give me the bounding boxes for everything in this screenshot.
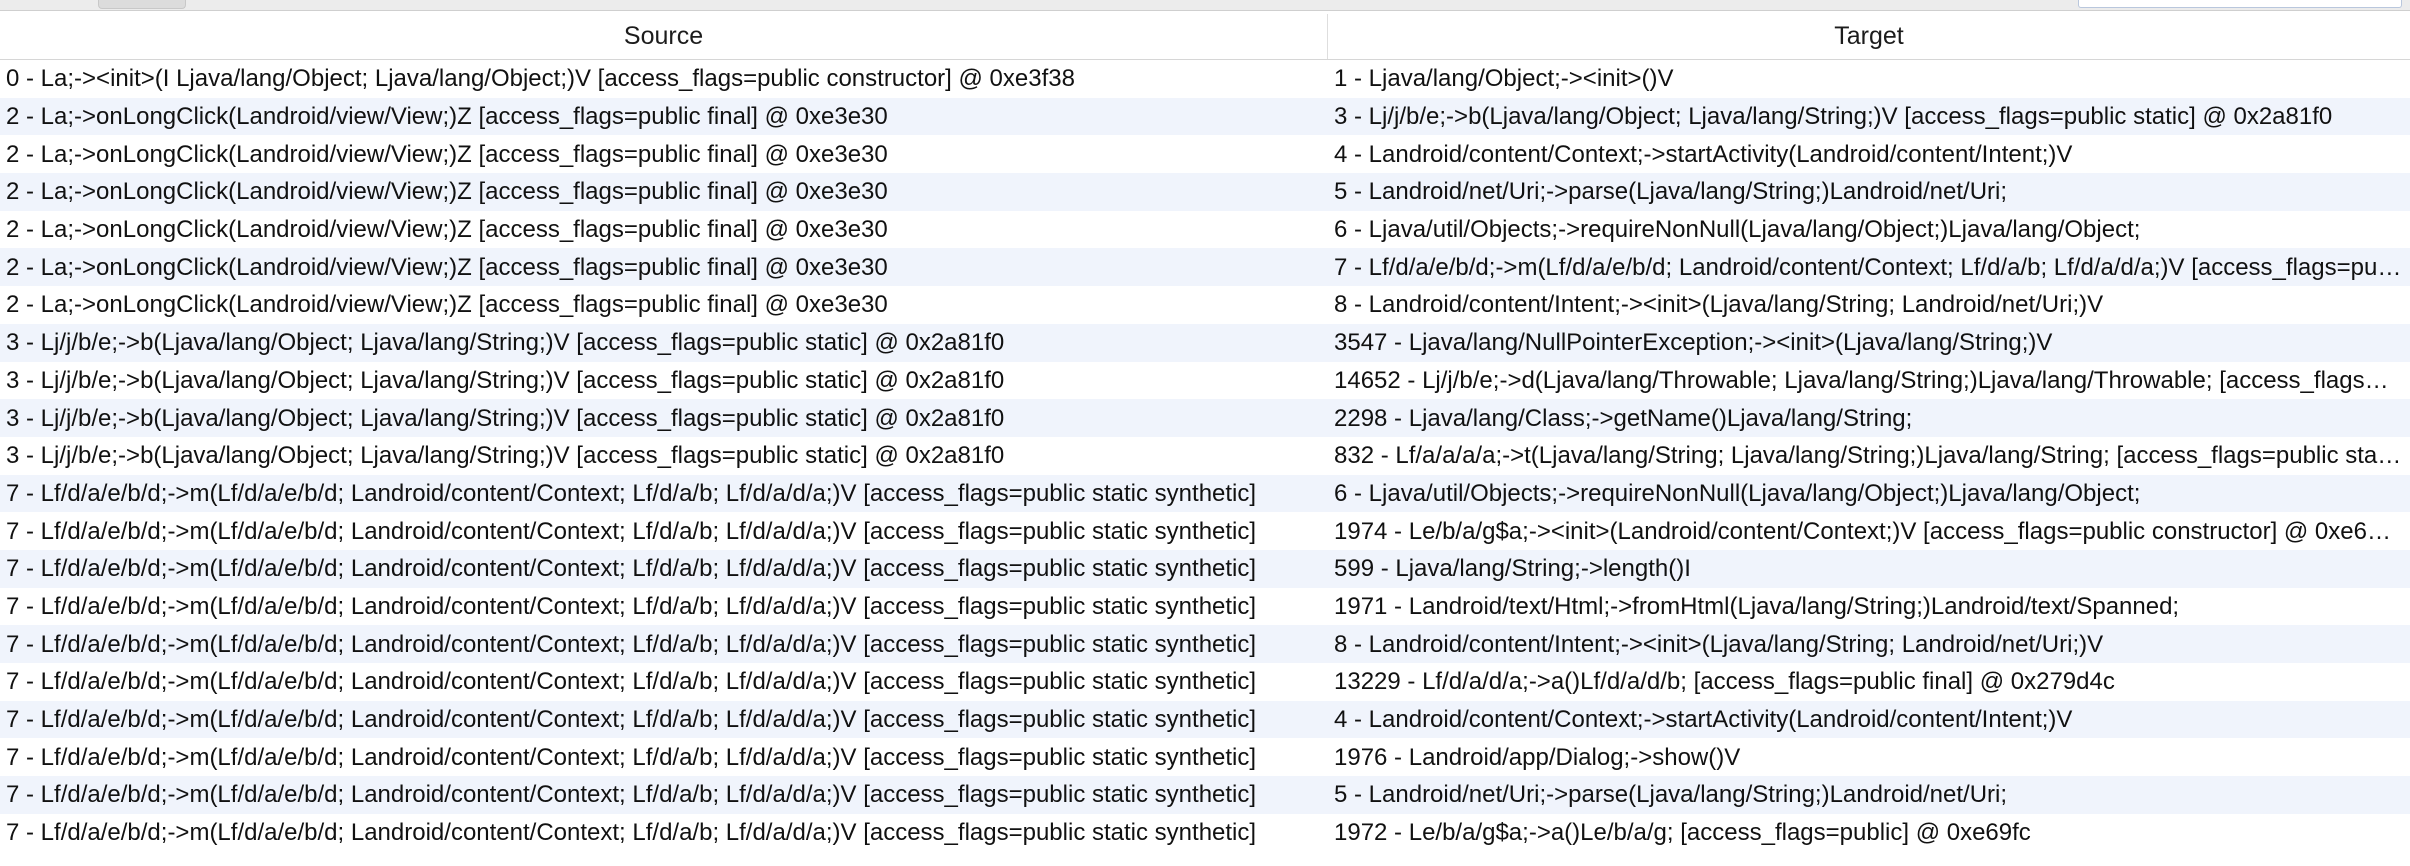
- source-cell[interactable]: 3 - Lj/j/b/e;->b(Ljava/lang/Object; Ljav…: [0, 400, 1328, 437]
- source-cell[interactable]: 7 - Lf/d/a/e/b/d;->m(Lf/d/a/e/b/d; Landr…: [0, 588, 1328, 625]
- source-cell[interactable]: 7 - Lf/d/a/e/b/d;->m(Lf/d/a/e/b/d; Landr…: [0, 626, 1328, 663]
- source-cell[interactable]: 7 - Lf/d/a/e/b/d;->m(Lf/d/a/e/b/d; Landr…: [0, 776, 1328, 813]
- target-cell[interactable]: 3 - Lj/j/b/e;->b(Ljava/lang/Object; Ljav…: [1328, 98, 2410, 135]
- table-row[interactable]: 7 - Lf/d/a/e/b/d;->m(Lf/d/a/e/b/d; Landr…: [0, 738, 2410, 776]
- source-cell[interactable]: 7 - Lf/d/a/e/b/d;->m(Lf/d/a/e/b/d; Landr…: [0, 513, 1328, 550]
- source-cell[interactable]: 3 - Lj/j/b/e;->b(Ljava/lang/Object; Ljav…: [0, 437, 1328, 474]
- table-row[interactable]: 7 - Lf/d/a/e/b/d;->m(Lf/d/a/e/b/d; Landr…: [0, 625, 2410, 663]
- table-row[interactable]: 7 - Lf/d/a/e/b/d;->m(Lf/d/a/e/b/d; Landr…: [0, 474, 2410, 513]
- target-cell[interactable]: 832 - Lf/a/a/a/a;->t(Ljava/lang/String; …: [1328, 437, 2410, 474]
- toolbar-tab[interactable]: [98, 0, 186, 9]
- column-header-source[interactable]: Source: [0, 14, 1328, 59]
- table-row[interactable]: 2 - La;->onLongClick(Landroid/view/View;…: [0, 286, 2410, 324]
- target-cell[interactable]: 6 - Ljava/util/Objects;->requireNonNull(…: [1328, 475, 2410, 512]
- table-row[interactable]: 3 - Lj/j/b/e;->b(Ljava/lang/Object; Ljav…: [0, 437, 2410, 475]
- table-row[interactable]: 7 - Lf/d/a/e/b/d;->m(Lf/d/a/e/b/d; Landr…: [0, 776, 2410, 814]
- column-header-target[interactable]: Target: [1328, 14, 2410, 59]
- table-body: 0 - La;-><init>(I Ljava/lang/Object; Lja…: [0, 60, 2410, 851]
- target-cell[interactable]: 4 - Landroid/content/Context;->startActi…: [1328, 136, 2410, 173]
- table-row[interactable]: 2 - La;->onLongClick(Landroid/view/View;…: [0, 211, 2410, 249]
- filter-input[interactable]: [2078, 0, 2402, 8]
- table-row[interactable]: 2 - La;->onLongClick(Landroid/view/View;…: [0, 97, 2410, 136]
- target-cell[interactable]: 1971 - Landroid/text/Html;->fromHtml(Lja…: [1328, 588, 2410, 625]
- table-row[interactable]: 2 - La;->onLongClick(Landroid/view/View;…: [0, 135, 2410, 173]
- target-cell[interactable]: 8 - Landroid/content/Intent;-><init>(Lja…: [1328, 286, 2410, 323]
- source-cell[interactable]: 2 - La;->onLongClick(Landroid/view/View;…: [0, 136, 1328, 173]
- table-row[interactable]: 7 - Lf/d/a/e/b/d;->m(Lf/d/a/e/b/d; Landr…: [0, 814, 2410, 852]
- table-row[interactable]: 7 - Lf/d/a/e/b/d;->m(Lf/d/a/e/b/d; Landr…: [0, 700, 2410, 739]
- source-cell[interactable]: 7 - Lf/d/a/e/b/d;->m(Lf/d/a/e/b/d; Landr…: [0, 663, 1328, 700]
- target-cell[interactable]: 14652 - Lj/j/b/e;->d(Ljava/lang/Throwabl…: [1328, 362, 2410, 399]
- source-cell[interactable]: 2 - La;->onLongClick(Landroid/view/View;…: [0, 286, 1328, 323]
- edges-table: Source Target 0 - La;-><init>(I Ljava/la…: [0, 14, 2410, 851]
- target-cell[interactable]: 7 - Lf/d/a/e/b/d;->m(Lf/d/a/e/b/d; Landr…: [1328, 249, 2410, 286]
- target-cell[interactable]: 1 - Ljava/lang/Object;-><init>()V: [1328, 60, 2410, 97]
- source-cell[interactable]: 0 - La;-><init>(I Ljava/lang/Object; Lja…: [0, 60, 1328, 97]
- source-cell[interactable]: 2 - La;->onLongClick(Landroid/view/View;…: [0, 173, 1328, 210]
- target-cell[interactable]: 3547 - Ljava/lang/NullPointerException;-…: [1328, 324, 2410, 361]
- table-row[interactable]: 7 - Lf/d/a/e/b/d;->m(Lf/d/a/e/b/d; Landr…: [0, 588, 2410, 626]
- table-row[interactable]: 7 - Lf/d/a/e/b/d;->m(Lf/d/a/e/b/d; Landr…: [0, 512, 2410, 550]
- source-cell[interactable]: 2 - La;->onLongClick(Landroid/view/View;…: [0, 249, 1328, 286]
- table-row[interactable]: 3 - Lj/j/b/e;->b(Ljava/lang/Object; Ljav…: [0, 399, 2410, 437]
- table-row[interactable]: 3 - Lj/j/b/e;->b(Ljava/lang/Object; Ljav…: [0, 323, 2410, 362]
- target-cell[interactable]: 599 - Ljava/lang/String;->length()I: [1328, 550, 2410, 587]
- table-header: Source Target: [0, 14, 2410, 60]
- source-cell[interactable]: 2 - La;->onLongClick(Landroid/view/View;…: [0, 211, 1328, 248]
- source-cell[interactable]: 7 - Lf/d/a/e/b/d;->m(Lf/d/a/e/b/d; Landr…: [0, 550, 1328, 587]
- source-cell[interactable]: 7 - Lf/d/a/e/b/d;->m(Lf/d/a/e/b/d; Landr…: [0, 701, 1328, 738]
- source-cell[interactable]: 7 - Lf/d/a/e/b/d;->m(Lf/d/a/e/b/d; Landr…: [0, 475, 1328, 512]
- table-row[interactable]: 7 - Lf/d/a/e/b/d;->m(Lf/d/a/e/b/d; Landr…: [0, 663, 2410, 701]
- target-cell[interactable]: 5 - Landroid/net/Uri;->parse(Ljava/lang/…: [1328, 173, 2410, 210]
- target-cell[interactable]: 1972 - Le/b/a/g$a;->a()Le/b/a/g; [access…: [1328, 814, 2410, 851]
- source-cell[interactable]: 3 - Lj/j/b/e;->b(Ljava/lang/Object; Ljav…: [0, 362, 1328, 399]
- target-cell[interactable]: 13229 - Lf/d/a/d/a;->a()Lf/d/a/d/b; [acc…: [1328, 663, 2410, 700]
- source-cell[interactable]: 7 - Lf/d/a/e/b/d;->m(Lf/d/a/e/b/d; Landr…: [0, 814, 1328, 851]
- target-cell[interactable]: 1974 - Le/b/a/g$a;-><init>(Landroid/cont…: [1328, 513, 2410, 550]
- table-row[interactable]: 7 - Lf/d/a/e/b/d;->m(Lf/d/a/e/b/d; Landr…: [0, 549, 2410, 588]
- source-cell[interactable]: 3 - Lj/j/b/e;->b(Ljava/lang/Object; Ljav…: [0, 324, 1328, 361]
- target-cell[interactable]: 6 - Ljava/util/Objects;->requireNonNull(…: [1328, 211, 2410, 248]
- table-row[interactable]: 2 - La;->onLongClick(Landroid/view/View;…: [0, 248, 2410, 287]
- source-cell[interactable]: 2 - La;->onLongClick(Landroid/view/View;…: [0, 98, 1328, 135]
- source-cell[interactable]: 7 - Lf/d/a/e/b/d;->m(Lf/d/a/e/b/d; Landr…: [0, 739, 1328, 776]
- target-cell[interactable]: 8 - Landroid/content/Intent;-><init>(Lja…: [1328, 626, 2410, 663]
- target-cell[interactable]: 2298 - Ljava/lang/Class;->getName()Ljava…: [1328, 400, 2410, 437]
- table-row[interactable]: 0 - La;-><init>(I Ljava/lang/Object; Lja…: [0, 60, 2410, 98]
- table-row[interactable]: 3 - Lj/j/b/e;->b(Ljava/lang/Object; Ljav…: [0, 362, 2410, 400]
- top-toolbar: [0, 0, 2410, 11]
- table-row[interactable]: 2 - La;->onLongClick(Landroid/view/View;…: [0, 173, 2410, 211]
- target-cell[interactable]: 1976 - Landroid/app/Dialog;->show()V: [1328, 739, 2410, 776]
- target-cell[interactable]: 5 - Landroid/net/Uri;->parse(Ljava/lang/…: [1328, 776, 2410, 813]
- target-cell[interactable]: 4 - Landroid/content/Context;->startActi…: [1328, 701, 2410, 738]
